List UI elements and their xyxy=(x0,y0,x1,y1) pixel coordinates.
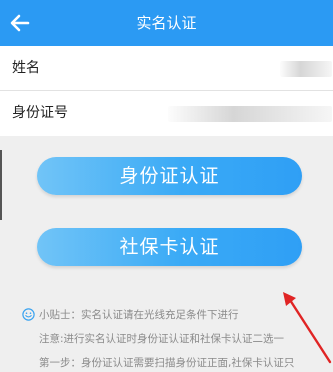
social-card-auth-button[interactable]: 社保卡认证 xyxy=(37,228,302,266)
smile-icon xyxy=(22,308,35,321)
identity-form: 姓名 身份证号 xyxy=(0,46,333,136)
app-header: 实名认证 xyxy=(0,0,333,46)
id-number-row[interactable]: 身份证号 xyxy=(0,91,333,136)
tip-text: 小贴士：实名认证请在光线充足条件下进行 xyxy=(39,309,239,321)
id-number-value-redacted xyxy=(168,106,332,122)
name-row[interactable]: 姓名 xyxy=(0,46,333,91)
tip-text: 第一步：身份证认证需要扫描身份证正面,社保卡认证只 xyxy=(39,357,295,369)
id-card-auth-button[interactable]: 身份证认证 xyxy=(37,157,302,195)
tip-text: 注意:进行实名认证时身份证认证和社保卡认证二选一 xyxy=(39,333,285,345)
id-number-label: 身份证号 xyxy=(12,105,68,121)
left-edge-bar xyxy=(0,150,2,220)
page-title: 实名认证 xyxy=(136,14,197,32)
name-label: 姓名 xyxy=(12,60,40,76)
name-value-redacted xyxy=(280,61,332,77)
